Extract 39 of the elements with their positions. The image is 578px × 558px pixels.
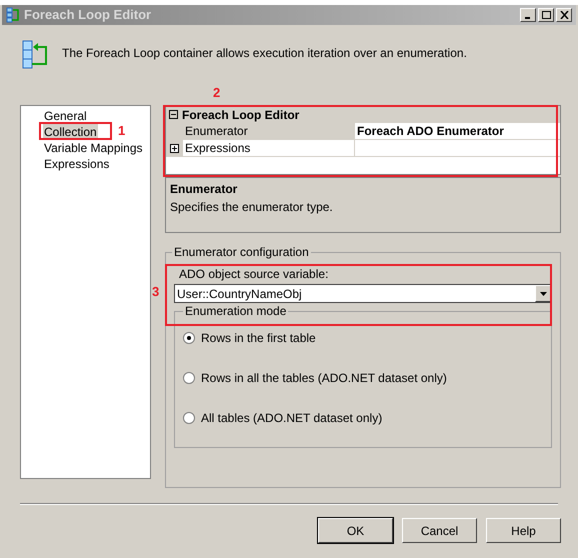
annotation-number: 3 bbox=[152, 283, 160, 301]
group-title: Enumerator configuration bbox=[172, 245, 311, 259]
field-label: ADO object source variable: bbox=[178, 267, 330, 281]
description-title: Enumerator bbox=[170, 181, 238, 198]
variable-dropdown[interactable]: User::CountryNameObj bbox=[174, 284, 552, 303]
group-title: Enumeration mode bbox=[183, 304, 288, 318]
loop-icon bbox=[6, 7, 20, 23]
radio-label[interactable]: Rows in the first table bbox=[201, 328, 316, 346]
page-list-item[interactable]: Expressions bbox=[43, 156, 110, 172]
annotation-number: 1 bbox=[118, 122, 126, 140]
dropdown-value: User::CountryNameObj bbox=[176, 286, 303, 302]
property-value[interactable]: Foreach ADO Enumerator bbox=[355, 123, 560, 139]
page-list-item[interactable]: Variable Mappings bbox=[43, 140, 144, 156]
maximize-button[interactable] bbox=[538, 8, 554, 22]
expand-icon[interactable] bbox=[170, 144, 179, 152]
radio-button[interactable] bbox=[183, 372, 195, 384]
property-name[interactable]: Enumerator bbox=[183, 123, 355, 139]
loop-icon bbox=[22, 40, 48, 70]
minimize-button[interactable] bbox=[520, 8, 536, 22]
window-title: Foreach Loop Editor bbox=[24, 6, 152, 24]
radio-button[interactable] bbox=[183, 412, 195, 424]
close-button[interactable] bbox=[556, 8, 572, 22]
radio-button[interactable] bbox=[183, 332, 195, 344]
page-list-item[interactable]: General bbox=[43, 108, 88, 124]
dialog-button[interactable]: Help bbox=[486, 518, 561, 543]
header-text: The Foreach Loop container allows execution iteration over an enumeration. bbox=[62, 45, 467, 62]
description-text: Specifies the enumerator type. bbox=[170, 199, 334, 216]
close-icon bbox=[560, 11, 568, 19]
dropdown-arrow-button[interactable] bbox=[535, 285, 551, 302]
dialog-button[interactable]: OK bbox=[318, 518, 393, 543]
maximize-icon bbox=[542, 11, 550, 19]
dialog-button[interactable]: Cancel bbox=[402, 518, 477, 543]
caret-icon bbox=[540, 292, 546, 296]
collapse-icon[interactable] bbox=[169, 110, 178, 119]
radio-label[interactable]: Rows in all the tables (ADO.NET dataset only) bbox=[201, 368, 447, 386]
property-name[interactable]: Expressions bbox=[183, 140, 355, 156]
annotation-number: 2 bbox=[213, 84, 220, 102]
category-header: Foreach Loop Editor bbox=[182, 106, 300, 124]
radio-label[interactable]: All tables (ADO.NET dataset only) bbox=[201, 408, 382, 426]
